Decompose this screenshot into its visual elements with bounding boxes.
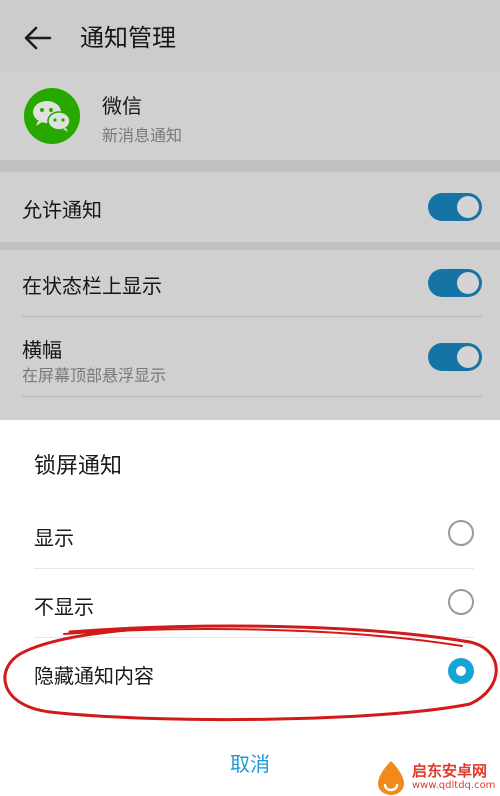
watermark: 启东安卓网 www.qdltdq.com bbox=[372, 758, 500, 796]
option-show[interactable]: 显示 bbox=[0, 500, 500, 568]
watermark-logo-icon bbox=[378, 761, 404, 795]
watermark-text: 启东安卓网 bbox=[412, 762, 488, 780]
option-label: 隐藏通知内容 bbox=[34, 664, 154, 688]
watermark-url: www.qdltdq.com bbox=[412, 780, 496, 791]
option-label: 不显示 bbox=[34, 595, 94, 619]
radio-button[interactable] bbox=[448, 520, 474, 546]
radio-button[interactable] bbox=[448, 589, 474, 615]
radio-button-selected[interactable] bbox=[448, 658, 474, 684]
dim-overlay[interactable] bbox=[0, 0, 500, 420]
lock-screen-sheet: 锁屏通知 显示 不显示 隐藏通知内容 取消 bbox=[0, 420, 500, 796]
option-hide-content[interactable]: 隐藏通知内容 bbox=[0, 638, 500, 706]
option-label: 显示 bbox=[34, 526, 74, 550]
sheet-title: 锁屏通知 bbox=[34, 454, 123, 479]
option-hide[interactable]: 不显示 bbox=[0, 569, 500, 637]
